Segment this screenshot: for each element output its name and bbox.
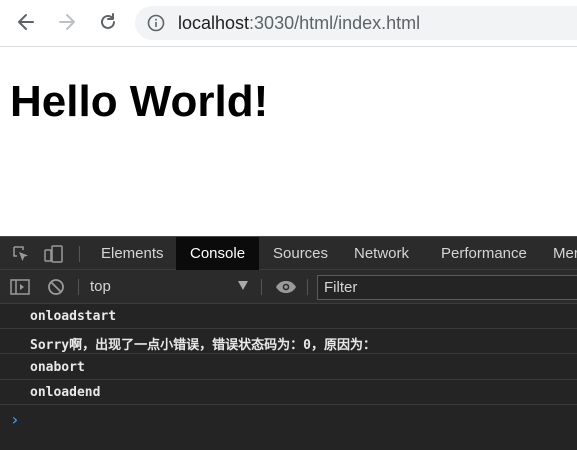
url-text[interactable]: localhost:3030/html/index.html xyxy=(178,13,420,34)
info-icon[interactable] xyxy=(147,14,165,32)
back-button[interactable] xyxy=(14,10,38,34)
filter-field[interactable] xyxy=(317,275,577,300)
tab-network[interactable]: Network xyxy=(340,237,423,270)
tab-performance[interactable]: Performance xyxy=(427,237,541,270)
page-heading: Hello World! xyxy=(10,77,269,126)
url-path: :3030/html/index.html xyxy=(249,13,421,33)
back-arrow-icon xyxy=(18,14,34,30)
context-selector[interactable]: top xyxy=(90,278,111,295)
console-message-text: onabort xyxy=(30,360,85,375)
console-message: onabort xyxy=(0,355,577,380)
console-message-text: onloadend xyxy=(30,385,101,400)
devtools-panel: Elements Console Sources Network Perform… xyxy=(0,236,577,450)
toolbar-divider xyxy=(78,279,79,295)
console-output: onloadstart Sorry啊，出现了一点小错误，错误状态码为：0，原因为… xyxy=(0,304,577,450)
filter-input[interactable] xyxy=(318,276,577,299)
device-toolbar-icon[interactable] xyxy=(44,245,64,263)
console-prompt-icon[interactable]: › xyxy=(10,410,20,429)
devtools-tab-bar: Elements Console Sources Network Perform… xyxy=(0,236,577,270)
toolbar-divider xyxy=(261,279,262,295)
reload-button[interactable] xyxy=(96,10,120,34)
sidebar-toggle-icon[interactable] xyxy=(10,278,30,296)
console-message: onloadstart xyxy=(0,304,577,329)
console-message-text: Sorry啊，出现了一点小错误，错误状态码为：0，原因为： xyxy=(30,338,376,353)
console-message: onloadend xyxy=(0,380,577,405)
reload-icon xyxy=(101,13,115,29)
clear-console-icon[interactable] xyxy=(47,278,65,296)
console-message: Sorry啊，出现了一点小错误，错误状态码为：0，原因为： xyxy=(0,329,577,354)
console-toolbar: top xyxy=(0,270,577,304)
page-viewport: Hello World! xyxy=(0,47,577,236)
inspect-element-icon[interactable] xyxy=(12,245,30,263)
toolbar-divider xyxy=(307,279,308,295)
console-message-text: onloadstart xyxy=(30,309,117,324)
url-host: localhost xyxy=(178,13,250,33)
tab-memory[interactable]: Mer xyxy=(539,237,577,270)
tab-elements[interactable]: Elements xyxy=(86,237,179,270)
eye-icon[interactable] xyxy=(275,280,297,294)
chevron-down-icon[interactable] xyxy=(238,281,248,290)
tab-sources[interactable]: Sources xyxy=(259,237,342,270)
browser-toolbar: localhost:3030/html/index.html xyxy=(0,0,577,47)
tab-console[interactable]: Console xyxy=(176,237,260,270)
toolbar-divider xyxy=(79,246,80,262)
forward-button[interactable] xyxy=(55,10,79,34)
address-bar[interactable]: localhost:3030/html/index.html xyxy=(135,6,577,40)
forward-arrow-icon xyxy=(59,14,75,30)
